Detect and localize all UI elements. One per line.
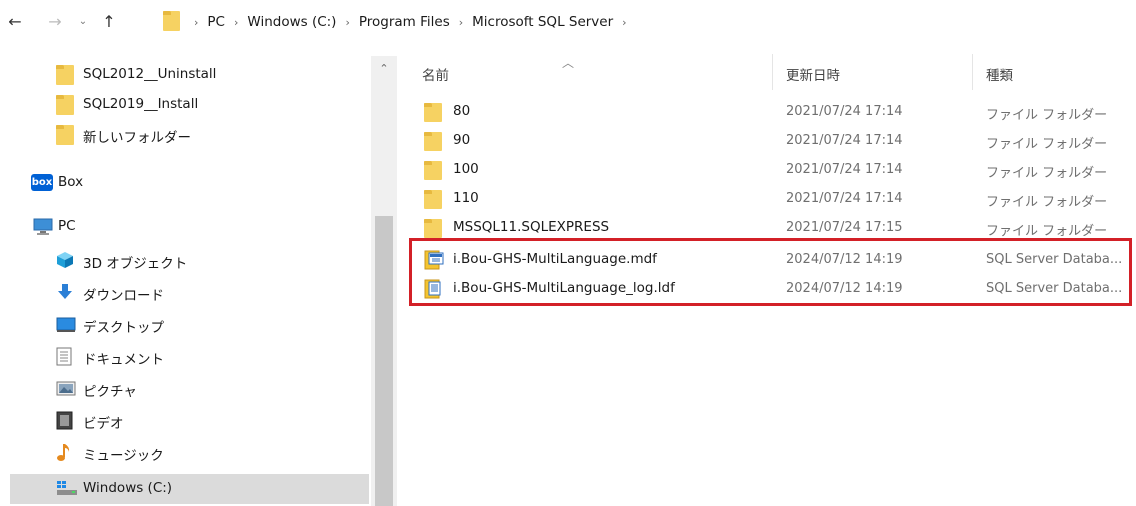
column-divider[interactable] (972, 54, 973, 90)
pc-icon (33, 218, 53, 235)
column-header-name[interactable]: 名前 (422, 64, 449, 84)
chevron-right-icon[interactable]: › (194, 16, 198, 29)
forward-arrow-icon[interactable]: → (44, 12, 66, 32)
breadcrumb-pc[interactable]: PC (207, 14, 225, 30)
nav-item-label: SQL2019__Install (83, 96, 199, 112)
nav-item-label: ビデオ (83, 416, 124, 432)
file-type: ファイル フォルダー (986, 137, 1108, 152)
breadcrumb: › PC › Windows (C:) › Program Files › Mi… (194, 13, 636, 31)
file-row[interactable]: 100 2021/07/24 17:14 ファイル フォルダー (418, 156, 1130, 184)
nav-item-pc[interactable]: PC (10, 212, 369, 242)
chevron-right-icon[interactable]: › (459, 16, 463, 29)
file-date: 2021/07/24 17:14 (786, 104, 903, 119)
file-name: 110 (453, 190, 479, 206)
folder-icon (424, 219, 442, 238)
chevron-right-icon[interactable]: › (622, 16, 626, 29)
download-icon (56, 283, 76, 303)
music-icon (56, 443, 76, 463)
nav-item-new-folder[interactable]: 新しいフォルダー (10, 120, 369, 150)
folder-icon (56, 95, 74, 115)
nav-item-label: ピクチャ (83, 384, 137, 400)
scrollbar-thumb[interactable] (375, 216, 393, 506)
nav-item-label: デスクトップ (83, 320, 164, 336)
navigation-pane: SQL2012__Uninstall SQL2019__Install 新しいフ… (10, 56, 397, 506)
file-type: ファイル フォルダー (986, 166, 1108, 181)
nav-item-pictures[interactable]: ピクチャ (10, 374, 369, 404)
documents-icon (56, 347, 76, 367)
nav-item-sql2019-install[interactable]: SQL2019__Install (10, 90, 369, 120)
nav-item-label: ダウンロード (83, 288, 164, 304)
file-type: ファイル フォルダー (986, 195, 1108, 210)
breadcrumb-program-files[interactable]: Program Files (359, 14, 450, 30)
pictures-icon (56, 381, 76, 401)
file-date: 2021/07/24 17:14 (786, 162, 903, 177)
back-arrow-icon[interactable]: ← (4, 12, 26, 32)
file-date: 2021/07/24 17:14 (786, 191, 903, 206)
nav-item-desktop[interactable]: デスクトップ (10, 310, 369, 340)
recent-locations-chevron-icon[interactable]: ⌄ (72, 12, 94, 32)
chevron-right-icon[interactable]: › (234, 16, 238, 29)
videos-icon (56, 411, 76, 431)
file-row[interactable]: 80 2021/07/24 17:14 ファイル フォルダー (418, 98, 1130, 126)
folder-icon (56, 125, 74, 145)
nav-item-label: ミュージック (83, 448, 164, 464)
folder-icon (163, 11, 180, 31)
nav-item-label: Windows (C:) (83, 480, 173, 496)
folder-icon (424, 103, 442, 122)
nav-item-label: Box (58, 174, 84, 190)
nav-item-label: 3D オブジェクト (83, 256, 188, 272)
nav-item-label: 新しいフォルダー (83, 130, 191, 146)
highlight-box (409, 238, 1132, 306)
file-date: 2021/07/24 17:14 (786, 133, 903, 148)
breadcrumb-windows-c[interactable]: Windows (C:) (247, 14, 336, 30)
column-header-type[interactable]: 種類 (986, 64, 1013, 84)
file-name: MSSQL11.SQLEXPRESS (453, 219, 610, 235)
nav-item-windows-c[interactable]: Windows (C:) (10, 474, 369, 504)
folder-icon (56, 65, 74, 85)
nav-item-label: SQL2012__Uninstall (83, 66, 217, 82)
folder-icon (424, 132, 442, 151)
nav-item-music[interactable]: ミュージック (10, 438, 369, 468)
address-bar: ← → ⌄ ↑ › PC › Windows (C:) › Program Fi… (0, 0, 1136, 44)
nav-scrollbar[interactable]: ⌃ (371, 56, 397, 506)
breadcrumb-microsoft-sql-server[interactable]: Microsoft SQL Server (472, 14, 613, 30)
nav-item-3d-objects[interactable]: 3D オブジェクト (10, 246, 369, 276)
up-arrow-icon[interactable]: ↑ (98, 12, 120, 32)
file-type: ファイル フォルダー (986, 224, 1108, 239)
sort-ascending-icon: ︿ (562, 56, 575, 70)
nav-item-box[interactable]: box Box (10, 168, 369, 198)
file-row[interactable]: 90 2021/07/24 17:14 ファイル フォルダー (418, 127, 1130, 155)
nav-item-documents[interactable]: ドキュメント (10, 342, 369, 372)
folder-icon (424, 190, 442, 209)
nav-item-label: PC (58, 218, 76, 234)
box-icon: box (31, 174, 53, 191)
file-name: 100 (453, 161, 479, 177)
folder-icon (424, 161, 442, 180)
column-divider[interactable] (772, 54, 773, 90)
nav-item-label: ドキュメント (83, 352, 164, 368)
column-header-date[interactable]: 更新日時 (786, 64, 840, 84)
nav-item-videos[interactable]: ビデオ (10, 406, 369, 436)
desktop-icon (56, 317, 76, 337)
3d-objects-icon (56, 251, 76, 271)
chevron-up-icon[interactable]: ⌃ (371, 62, 397, 80)
nav-item-sql2012-uninstall[interactable]: SQL2012__Uninstall (10, 60, 369, 90)
chevron-right-icon[interactable]: › (345, 16, 349, 29)
drive-icon (56, 480, 77, 500)
nav-item-downloads[interactable]: ダウンロード (10, 278, 369, 308)
file-name: 90 (453, 132, 471, 148)
file-name: 80 (453, 103, 471, 119)
file-type: ファイル フォルダー (986, 108, 1108, 123)
file-row[interactable]: 110 2021/07/24 17:14 ファイル フォルダー (418, 185, 1130, 213)
file-date: 2021/07/24 17:15 (786, 220, 903, 235)
